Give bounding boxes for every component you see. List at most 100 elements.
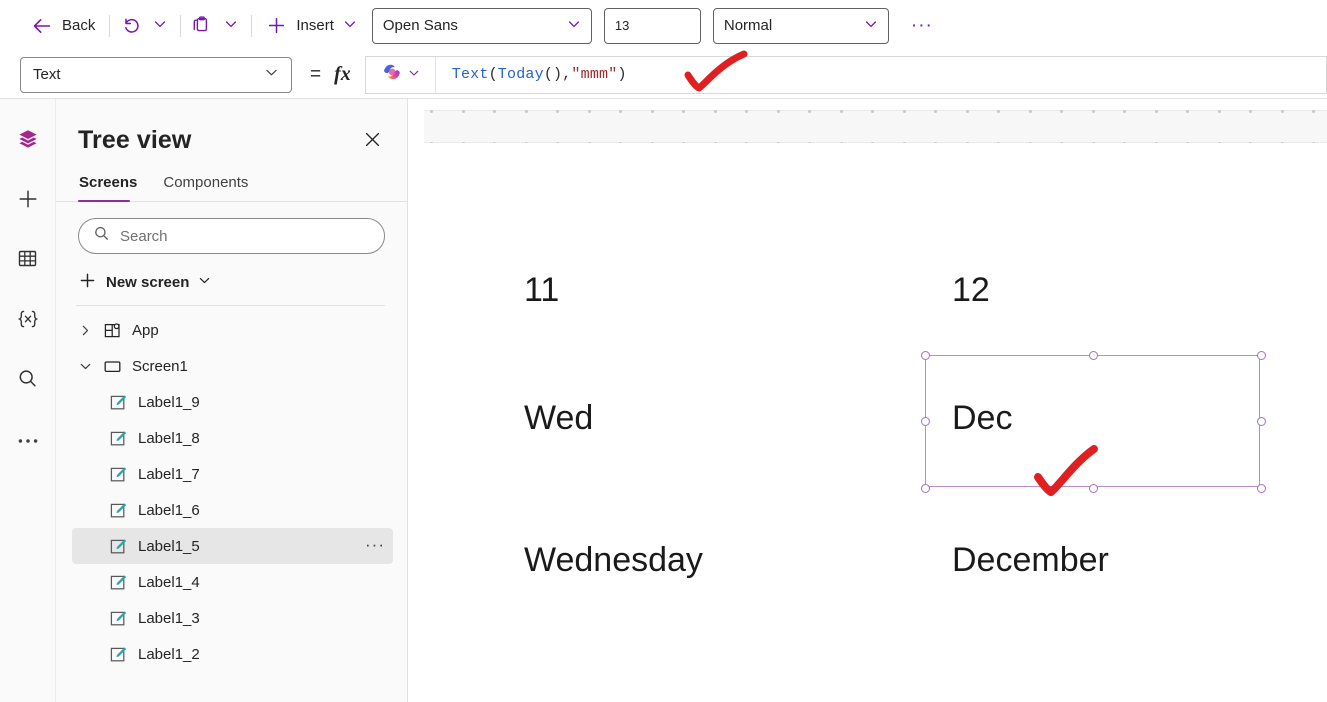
ruler-tick: [651, 110, 654, 113]
paste-button[interactable]: [186, 9, 216, 43]
overflow-menu-button[interactable]: ···: [903, 12, 941, 39]
tree-view-panel: Tree view Screens Components: [56, 99, 408, 702]
new-screen-label: New screen: [106, 274, 189, 291]
label-icon: [104, 501, 132, 520]
rail-item-variables[interactable]: [8, 301, 48, 339]
resize-handle-top-center[interactable]: [1089, 351, 1098, 360]
label-icon: [104, 609, 132, 628]
ruler-tick: [1186, 110, 1189, 113]
tree-node-label1_7[interactable]: Label1_7: [72, 456, 393, 492]
close-button[interactable]: [357, 126, 387, 156]
ruler-tick: [1155, 110, 1158, 113]
tree-node-label: App: [132, 322, 385, 339]
separator: [109, 15, 110, 37]
rail-item-more[interactable]: [8, 421, 48, 459]
chevron-down-icon: [153, 17, 167, 34]
tree-node-context-menu-button[interactable]: ···: [365, 536, 385, 557]
chevron-right-icon[interactable]: [72, 324, 98, 337]
formula-token: Today: [498, 66, 544, 83]
chevron-down-icon: [264, 65, 279, 84]
ruler-tick: [619, 110, 622, 113]
resize-handle-middle-left[interactable]: [921, 417, 930, 426]
tab-components[interactable]: Components: [162, 170, 257, 201]
canvas-label-day-long[interactable]: Wednesday: [524, 541, 703, 580]
rail-item-insert[interactable]: [8, 181, 48, 219]
tree-node-label1_3[interactable]: Label1_3: [72, 600, 393, 636]
label-icon: [104, 393, 132, 412]
ruler-tick: [1123, 110, 1126, 113]
plus-icon: [266, 15, 287, 36]
back-button[interactable]: Back: [22, 9, 104, 43]
chevron-down-icon: [198, 274, 211, 291]
tree-node-label1_5[interactable]: Label1_5 ···: [72, 528, 393, 564]
tree-node-label: Label1_8: [138, 430, 385, 447]
tree-node-label1_4[interactable]: Label1_4: [72, 564, 393, 600]
ruler-tick: [777, 110, 780, 113]
chevron-down-icon: [224, 17, 238, 34]
ruler-tick: [871, 110, 874, 113]
tree-node-label: Label1_2: [138, 646, 385, 663]
rail-item-search[interactable]: [8, 361, 48, 399]
ruler-tick: [1249, 110, 1252, 113]
formula-token: (: [489, 66, 498, 83]
formula-input[interactable]: Text(Today(),"mmm"): [436, 57, 1326, 93]
ruler-tick: [997, 110, 1000, 113]
rail-item-data[interactable]: [8, 241, 48, 279]
font-style-dropdown[interactable]: Normal: [713, 8, 889, 44]
undo-icon: [120, 14, 141, 38]
insert-button[interactable]: Insert: [257, 9, 366, 43]
paste-icon: [191, 14, 212, 38]
resize-handle-bottom-left[interactable]: [921, 484, 930, 493]
ruler-tick: [714, 110, 717, 113]
undo-button[interactable]: [115, 9, 145, 43]
canvas-label-day-short[interactable]: Wed: [524, 399, 593, 438]
label-icon: [104, 537, 132, 556]
canvas-label-day-number[interactable]: 11: [524, 271, 559, 310]
new-screen-button[interactable]: New screen: [76, 266, 385, 306]
formula-bar: Text = fx: [0, 51, 1327, 99]
ruler-tick: [1092, 110, 1095, 113]
chevron-down-icon[interactable]: [72, 360, 98, 373]
ruler-tick: [1218, 110, 1221, 113]
ruler-tick: [525, 110, 528, 113]
app-screen-canvas[interactable]: 11 12 Wed Dec Wednesday December: [424, 143, 1327, 702]
app-icon: [98, 321, 126, 340]
selection-box: [925, 355, 1260, 487]
canvas-label-month-long[interactable]: December: [952, 541, 1109, 580]
tree-node-label1_6[interactable]: Label1_6: [72, 492, 393, 528]
ruler-tick: [840, 110, 843, 113]
canvas-label-month-number[interactable]: 12: [952, 271, 990, 310]
font-name-value: Open Sans: [383, 17, 458, 34]
tab-screens[interactable]: Screens: [78, 170, 146, 201]
formula-token: "mmm": [571, 66, 617, 83]
tree-node-screen1[interactable]: Screen1: [72, 348, 393, 384]
paste-dropdown-button[interactable]: [216, 9, 246, 43]
copilot-button[interactable]: [366, 57, 436, 93]
property-dropdown[interactable]: Text: [20, 57, 292, 93]
search-input[interactable]: [120, 228, 370, 245]
tree-node-label1_9[interactable]: Label1_9: [72, 384, 393, 420]
ruler-tick: [934, 110, 937, 113]
resize-handle-top-right[interactable]: [1257, 351, 1266, 360]
rail-item-layers[interactable]: [8, 121, 48, 159]
ruler-tick: [903, 110, 906, 113]
undo-dropdown-button[interactable]: [145, 9, 175, 43]
tree-node-label1_8[interactable]: Label1_8: [72, 420, 393, 456]
resize-handle-bottom-right[interactable]: [1257, 484, 1266, 493]
ruler-tick: [430, 110, 433, 113]
font-size-input[interactable]: 13: [604, 8, 701, 44]
label-icon: [104, 573, 132, 592]
ruler-tick: [462, 110, 465, 113]
search-box[interactable]: [78, 218, 385, 254]
resize-handle-middle-right[interactable]: [1257, 417, 1266, 426]
close-icon: [364, 131, 381, 151]
formula-input-wrapper: Text(Today(),"mmm"): [365, 56, 1327, 94]
tree-node-label1_2[interactable]: Label1_2: [72, 636, 393, 672]
resize-handle-bottom-center[interactable]: [1089, 484, 1098, 493]
resize-handle-top-left[interactable]: [921, 351, 930, 360]
tree-node-app[interactable]: App: [72, 312, 393, 348]
tree-node-list: App Screen1: [56, 306, 407, 702]
tree-node-label: Screen1: [132, 358, 385, 375]
more-icon: [17, 433, 39, 448]
font-name-dropdown[interactable]: Open Sans: [372, 8, 592, 44]
